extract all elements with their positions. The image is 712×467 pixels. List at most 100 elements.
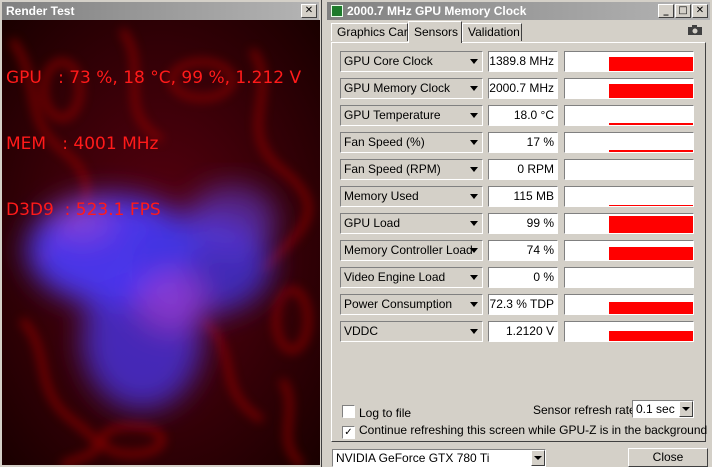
close-button[interactable]: ✕ [301,4,317,18]
sensor-graph [564,51,694,72]
sensor-value: 74 % [488,240,558,261]
gpu-select-value: NVIDIA GeForce GTX 780 Ti [336,451,490,465]
graph-fill [609,216,693,233]
sensor-name: GPU Load [344,216,401,230]
sensor-name: Memory Controller Load [344,243,473,257]
chevron-down-icon[interactable] [470,275,478,280]
sensor-name: Fan Speed (%) [344,135,425,149]
sensor-value: 2000.7 MHz [488,78,558,99]
tab-validation[interactable]: Validation [462,23,522,41]
continue-refresh-row[interactable]: ✓ Continue refreshing this screen while G… [342,423,707,439]
continue-refresh-checkbox[interactable]: ✓ [342,426,355,439]
sensor-graph [564,240,694,261]
graph-fill [609,331,693,341]
chevron-down-icon[interactable] [470,248,478,253]
chevron-down-icon[interactable] [470,194,478,199]
sensor-name-dropdown[interactable]: Fan Speed (%) [340,132,483,153]
osd-mem-line: MEM : 4001 MHz [6,134,159,154]
sensor-graph [564,294,694,315]
chevron-down-icon[interactable] [470,302,478,307]
continue-refresh-label: Continue refreshing this screen while GP… [359,423,708,437]
log-to-file-row[interactable]: Log to file [342,405,411,420]
render-canvas: GPU : 73 %, 18 °C, 99 %, 1.212 V MEM : 4… [2,20,320,465]
sensor-value: 18.0 °C [488,105,558,126]
graph-fill [609,302,693,314]
gpuz-title: 2000.7 MHz GPU Memory Clock [347,4,527,18]
refresh-rate-value: 0.1 sec [636,402,675,416]
sensor-graph [564,186,694,207]
sensor-graph [564,267,694,288]
sensors-panel: GPU Core Clock 1389.8 MHz GPU Memory Clock… [331,42,706,442]
graph-fill [609,205,693,206]
sensor-name-dropdown[interactable]: GPU Memory Clock [340,78,483,99]
sensor-name-dropdown[interactable]: Video Engine Load [340,267,483,288]
sensor-row: GPU Temperature 18.0 °C [340,105,700,126]
chevron-down-icon[interactable] [470,167,478,172]
sensor-name: Video Engine Load [344,270,446,284]
sensor-name-dropdown[interactable]: GPU Core Clock [340,51,483,72]
graph-fill [609,123,693,125]
maximize-button[interactable]: □ [675,4,691,18]
sensor-row: Video Engine Load 0 % [340,267,700,288]
sensor-graph [564,321,694,342]
camera-icon[interactable] [688,25,702,35]
sensor-row: GPU Memory Clock 2000.7 MHz [340,78,700,99]
minimize-button[interactable]: _ [658,4,674,18]
sensor-row: Memory Used 115 MB [340,186,700,207]
sensor-graph [564,213,694,234]
sensor-row: Fan Speed (%) 17 % [340,132,700,153]
gpuz-titlebar[interactable]: 2000.7 MHz GPU Memory Clock _ □ ✕ [327,2,710,20]
graph-fill [609,57,693,71]
gpu-select[interactable]: NVIDIA GeForce GTX 780 Ti [332,449,546,467]
sensor-graph [564,132,694,153]
chevron-down-icon[interactable] [470,86,478,91]
chevron-down-icon[interactable] [470,113,478,118]
sensor-graph [564,159,694,180]
chevron-down-icon[interactable] [470,140,478,145]
sensor-name-dropdown[interactable]: Fan Speed (RPM) [340,159,483,180]
sensor-value: 115 MB [488,186,558,207]
chevron-down-icon[interactable] [470,221,478,226]
sensor-name: GPU Temperature [344,108,441,122]
sensor-row: GPU Load 99 % [340,213,700,234]
sensor-name-dropdown[interactable]: GPU Temperature [340,105,483,126]
sensor-value: 1.2120 V [488,321,558,342]
sensor-name: VDDC [344,324,379,338]
sensor-graph [564,78,694,99]
osd-d3d9-line: D3D9 : 523.1 FPS [6,200,161,220]
chevron-down-icon[interactable] [679,401,693,417]
tab-graphics-card[interactable]: Graphics Card [331,23,414,41]
osd-gpu-line: GPU : 73 %, 18 °C, 99 %, 1.212 V [6,68,302,88]
sensor-value: 0 % [488,267,558,288]
sensor-row: Fan Speed (RPM) 0 RPM [340,159,700,180]
graph-fill [609,84,693,98]
sensor-value: 72.3 % TDP [488,294,558,315]
gpuz-window: 2000.7 MHz GPU Memory Clock _ □ ✕ Graphi… [325,0,712,467]
chevron-down-icon[interactable] [531,450,545,466]
graph-fill [609,150,693,152]
refresh-rate-select[interactable]: 0.1 sec [632,400,694,418]
sensor-name: GPU Memory Clock [344,81,451,95]
render-test-title: Render Test [6,4,75,18]
sensor-value: 17 % [488,132,558,153]
sensor-row: VDDC 1.2120 V [340,321,700,342]
sensor-name-dropdown[interactable]: Memory Controller Load [340,240,483,261]
render-test-titlebar[interactable]: Render Test ✕ [2,2,319,20]
close-app-button[interactable]: Close [628,448,708,467]
sensor-row: Memory Controller Load 74 % [340,240,700,261]
sensor-name-dropdown[interactable]: GPU Load [340,213,483,234]
chevron-down-icon[interactable] [470,329,478,334]
sensor-name-dropdown[interactable]: VDDC [340,321,483,342]
sensor-value: 99 % [488,213,558,234]
log-to-file-checkbox[interactable] [342,405,355,418]
tab-sensors[interactable]: Sensors [408,21,462,43]
sensor-name-dropdown[interactable]: Memory Used [340,186,483,207]
sensor-graph [564,105,694,126]
sensor-name-dropdown[interactable]: Power Consumption [340,294,483,315]
sensor-row: GPU Core Clock 1389.8 MHz [340,51,700,72]
sensor-name: Power Consumption [344,297,453,311]
chevron-down-icon[interactable] [470,59,478,64]
close-button[interactable]: ✕ [692,4,708,18]
graph-fill [609,247,693,260]
sensor-name: Fan Speed (RPM) [344,162,441,176]
